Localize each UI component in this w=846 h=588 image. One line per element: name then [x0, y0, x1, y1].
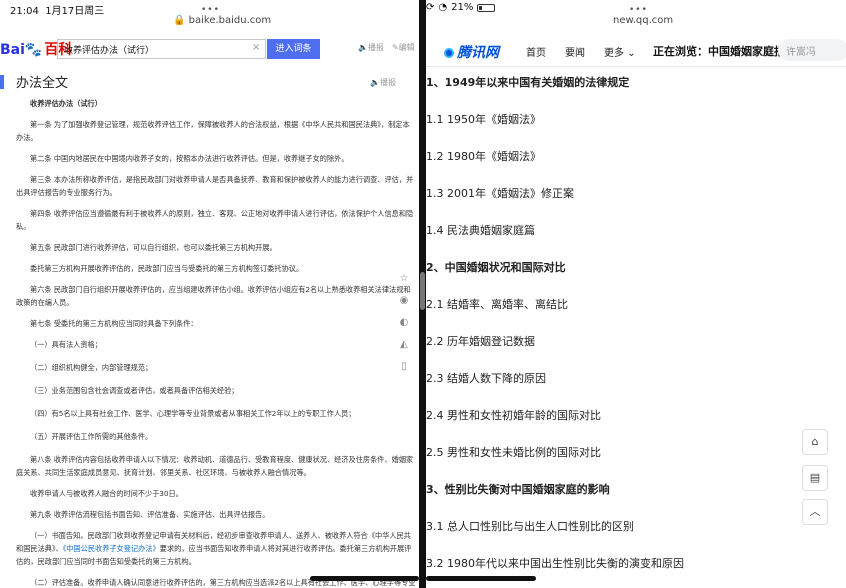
qq-header: 腾讯网 首页 要闻 更多 ⌄ 正在浏览：中国婚姻家庭报... 许嵩冯 — [426, 33, 846, 67]
now-browsing: 正在浏览：中国婚姻家庭报... — [653, 45, 798, 58]
home-icon: ⌂ — [811, 435, 819, 448]
toc-item[interactable]: 1、1949年以来中国有关婚姻的法律规定 — [426, 74, 629, 90]
nav-news[interactable]: 要闻 — [565, 44, 585, 59]
paragraph: 第九条 收养评估流程包括书面告知、评估准备、实施评估、出具评估报告。 — [30, 510, 270, 519]
paragraph: 委托第三方机构开展收养评估的，民政部门应当与受委托的第三方机构签订委托协议。 — [30, 264, 304, 273]
paragraph: 第三条 本办法所称收养评估，是指民政部门对收养申请人是否具备抚养、教育和保护被收… — [16, 175, 414, 197]
pencil-icon: ✎ — [391, 43, 399, 52]
toc-item[interactable]: 3.1 总人口性别比与出生人口性别比的区别 — [426, 518, 634, 534]
enter-entry-button[interactable]: 进入词条 — [267, 39, 320, 59]
home-indicator-left[interactable] — [310, 576, 419, 581]
paragraph: 第四条 收养评估应当遵循最有利于被收养人的原则，独立、客观、公正地对收养申请人进… — [16, 209, 414, 231]
share-toolbar: ☆ ◉ ◐ ◭ ▯ — [396, 273, 412, 373]
multitask-handle-left[interactable]: ••• — [201, 5, 220, 15]
comment-float-button[interactable]: ▤ — [802, 465, 828, 491]
toc-item[interactable]: 2.4 男性和女性初婚年龄的国际对比 — [426, 407, 601, 423]
tencent-logo-icon — [444, 48, 454, 58]
paw-icon: 🐾 — [24, 42, 43, 58]
nav-more[interactable]: 更多 ⌄ — [604, 44, 636, 59]
clear-icon[interactable]: × — [252, 42, 260, 53]
tencent-logo[interactable]: 腾讯网 — [444, 42, 499, 62]
chevron-up-icon: ︿ — [809, 505, 821, 518]
toc-item[interactable]: 2.5 男性和女性未婚比例的国际对比 — [426, 444, 601, 460]
list-item: （四）有5名以上具有社会工作、医学、心理学等专业背景或者从事相关工作2年以上的专… — [30, 409, 356, 418]
toc-item[interactable]: 2、中国婚姻状况和国际对比 — [426, 259, 566, 275]
paragraph: 第一条 为了加强收养登记管理，规范收养评估工作，保障被收养人的合法权益，根据《中… — [16, 120, 410, 142]
paragraph: 第八条 收养评估内容包括收养申请人以下情况：收养动机、道德品行、受教育程度、健康… — [16, 455, 414, 477]
lock-icon: 🔒 — [173, 15, 186, 26]
registration-rules-link[interactable]: 《中国公民收养子女登记办法》 — [63, 544, 160, 553]
wechat-icon[interactable]: ◐ — [398, 317, 410, 329]
paragraph: 第五条 民政部门进行收养评估，可以自行组织，也可以委托第三方机构开展。 — [30, 243, 277, 252]
list-item: （二）组织机构健全，内部管理规范； — [30, 363, 153, 372]
toc-item[interactable]: 3.2 1980年代以来中国出生性别比失衡的演变和原因 — [426, 555, 684, 571]
edit-button[interactable]: ✎编辑 — [392, 42, 415, 53]
toc-item[interactable]: 1.2 1980年《婚姻法》 — [426, 148, 541, 164]
list-item: （五）开展评估工作所需的其他条件。 — [30, 432, 153, 441]
toc-item[interactable]: 1.4 民法典婚姻家庭篇 — [426, 222, 535, 238]
header-tools: 🔈播报 ✎编辑 — [358, 42, 415, 53]
speaker-icon: 🔈 — [370, 78, 380, 87]
left-pane-baidu: ••• 🔒 baike.baidu.com Bai🐾 百科 收养评估办法（试行） … — [0, 0, 419, 588]
list-item: （一）具有法人资格； — [30, 340, 102, 349]
broadcast-button[interactable]: 🔈播报 — [358, 42, 384, 53]
toc-item[interactable]: 3、性别比失衡对中国婚姻家庭的影响 — [426, 481, 610, 497]
section-header: 办法全文 🔈播报 — [0, 72, 419, 92]
paragraph: （一）书面告知。民政部门收到收养登记申请有关材料后，经初步审查收养申请人、送养人… — [16, 531, 412, 566]
chevron-down-icon: ⌄ — [627, 48, 636, 59]
toc-item[interactable]: 1.1 1950年《婚姻法》 — [426, 111, 541, 127]
star-icon[interactable]: ☆ — [398, 273, 410, 285]
section-broadcast-button[interactable]: 🔈播报 — [370, 77, 396, 88]
multitask-handle-right[interactable]: ••• — [629, 5, 648, 15]
paragraph: 第七条 受委托的第三方机构应当同时具备下列条件： — [30, 319, 198, 328]
baidu-header: Bai🐾 百科 收养评估办法（试行） × 进入词条 🔈播报 ✎编辑 — [0, 33, 419, 63]
list-item: （三）业务范围包含社会调查或者评估，或者具备评估相关经验； — [30, 386, 239, 395]
back-to-top-button[interactable]: ︿ — [802, 499, 828, 525]
paragraph: 第二条 中国内地居民在中国境内收养子女的，按照本办法进行收养评估。但是，收养继子… — [30, 154, 349, 163]
home-indicator-right[interactable] — [426, 576, 536, 581]
section-accent — [0, 75, 4, 89]
mobile-icon[interactable]: ▯ — [398, 361, 410, 373]
article-content: 收养评估办法（试行） 第一条 为了加强收养登记管理，规范收养评估工作，保障被收养… — [16, 97, 416, 588]
address-bar-right[interactable]: new.qq.com — [613, 15, 673, 26]
paragraph: 收养申请人与被收养人融合的时间不少于30日。 — [30, 489, 183, 498]
toc-item[interactable]: 2.3 结婚人数下降的原因 — [426, 370, 546, 386]
speaker-icon: 🔈 — [358, 43, 368, 52]
search-input[interactable]: 收养评估办法（试行） — [57, 39, 266, 59]
article-title: 收养评估办法（试行） — [30, 99, 102, 108]
search-input[interactable]: 许嵩冯 — [778, 39, 846, 61]
divider-grip[interactable] — [420, 272, 425, 310]
toc-item[interactable]: 2.1 结婚率、离婚率、离结比 — [426, 296, 568, 312]
toc-item[interactable]: 1.3 2001年《婚姻法》修正案 — [426, 185, 574, 201]
right-pane-qq: ••• new.qq.com 腾讯网 首页 要闻 更多 ⌄ 正在浏览：中国婚姻家… — [426, 0, 846, 588]
split-view-divider[interactable] — [419, 0, 426, 588]
toc-item[interactable]: 2.2 历年婚姻登记数据 — [426, 333, 535, 349]
comment-icon: ▤ — [809, 471, 821, 484]
section-title: 办法全文 — [16, 76, 69, 91]
address-bar-left[interactable]: 🔒 baike.baidu.com — [173, 15, 271, 26]
paragraph: 第六条 民政部门自行组织开展收养评估的，应当组建收养评估小组。收养评估小组应有2… — [16, 285, 411, 307]
qq-icon[interactable]: ◭ — [398, 339, 410, 351]
nav-home[interactable]: 首页 — [526, 44, 546, 59]
url-text-left: baike.baidu.com — [188, 15, 272, 26]
home-float-button[interactable]: ⌂ — [802, 429, 828, 455]
weibo-icon[interactable]: ◉ — [398, 295, 410, 307]
